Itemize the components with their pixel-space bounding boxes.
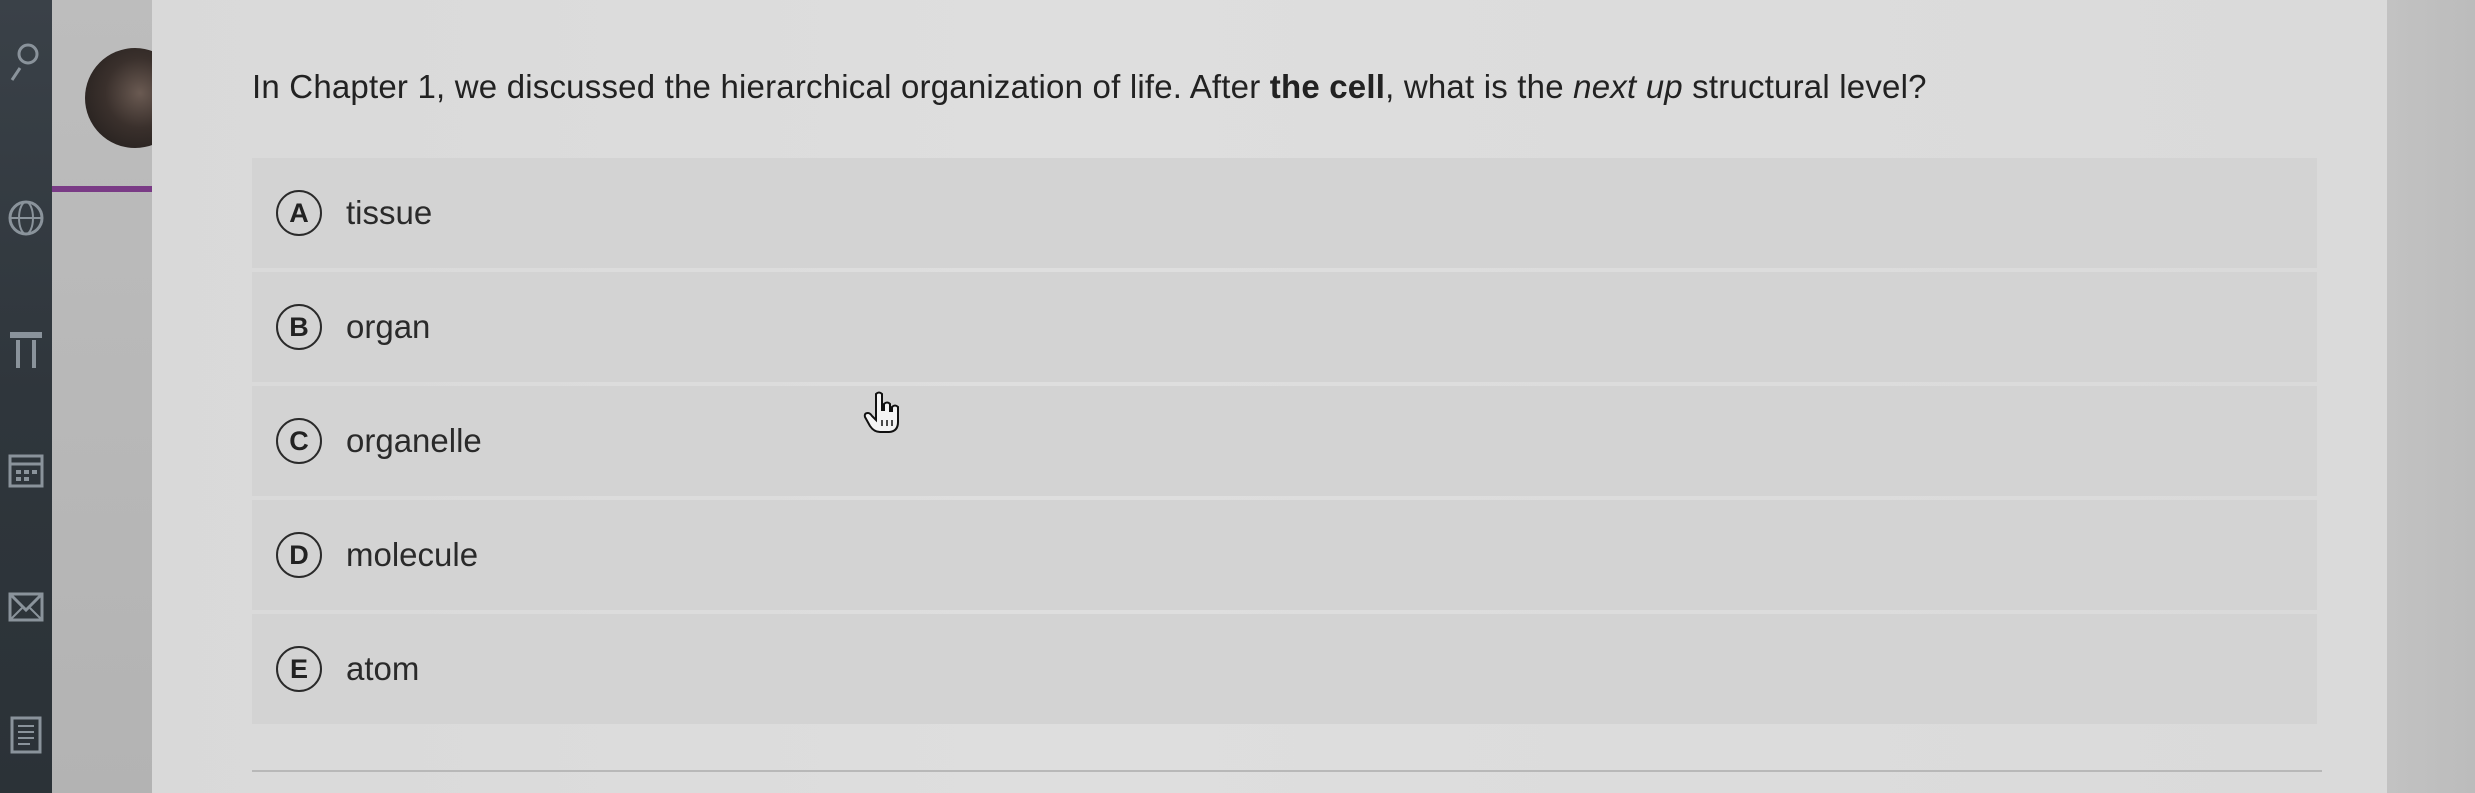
answer-option-a[interactable]: A tissue <box>252 158 2317 268</box>
option-letter-badge: D <box>276 532 322 578</box>
option-label: tissue <box>346 194 433 231</box>
option-letter-badge: E <box>276 646 322 692</box>
question-italic: next up <box>1573 68 1683 105</box>
option-label: organelle <box>346 422 482 459</box>
institution-icon[interactable] <box>4 328 48 372</box>
question-suffix: structural level? <box>1682 68 1927 105</box>
option-letter-badge: B <box>276 304 322 350</box>
option-letter-badge: A <box>276 190 322 236</box>
option-label: atom <box>346 650 420 687</box>
answer-option-e[interactable]: E atom <box>252 614 2317 724</box>
question-bold: the cell <box>1269 68 1386 105</box>
calendar-icon[interactable] <box>4 448 48 492</box>
question-text: In Chapter 1, we discussed the hierarchi… <box>252 68 1927 106</box>
question-prefix: In Chapter 1, we discussed the hierarchi… <box>252 68 1270 105</box>
hand-pointer-icon <box>862 390 902 436</box>
user-icon[interactable] <box>4 40 48 84</box>
question-middle: , what is the <box>1385 68 1574 105</box>
globe-icon[interactable] <box>4 196 48 240</box>
right-edge <box>2387 0 2475 793</box>
option-label: organ <box>346 308 431 345</box>
nav-rail <box>0 0 52 793</box>
answer-option-c[interactable]: C organelle <box>252 386 2317 496</box>
divider <box>252 770 2322 772</box>
grades-icon[interactable] <box>4 712 48 756</box>
answer-option-d[interactable]: D molecule <box>252 500 2317 610</box>
option-letter-badge: C <box>276 418 322 464</box>
active-indicator <box>52 186 152 192</box>
messages-icon[interactable] <box>4 586 48 630</box>
option-label: molecule <box>346 536 479 573</box>
answer-option-b[interactable]: B organ <box>252 272 2317 382</box>
